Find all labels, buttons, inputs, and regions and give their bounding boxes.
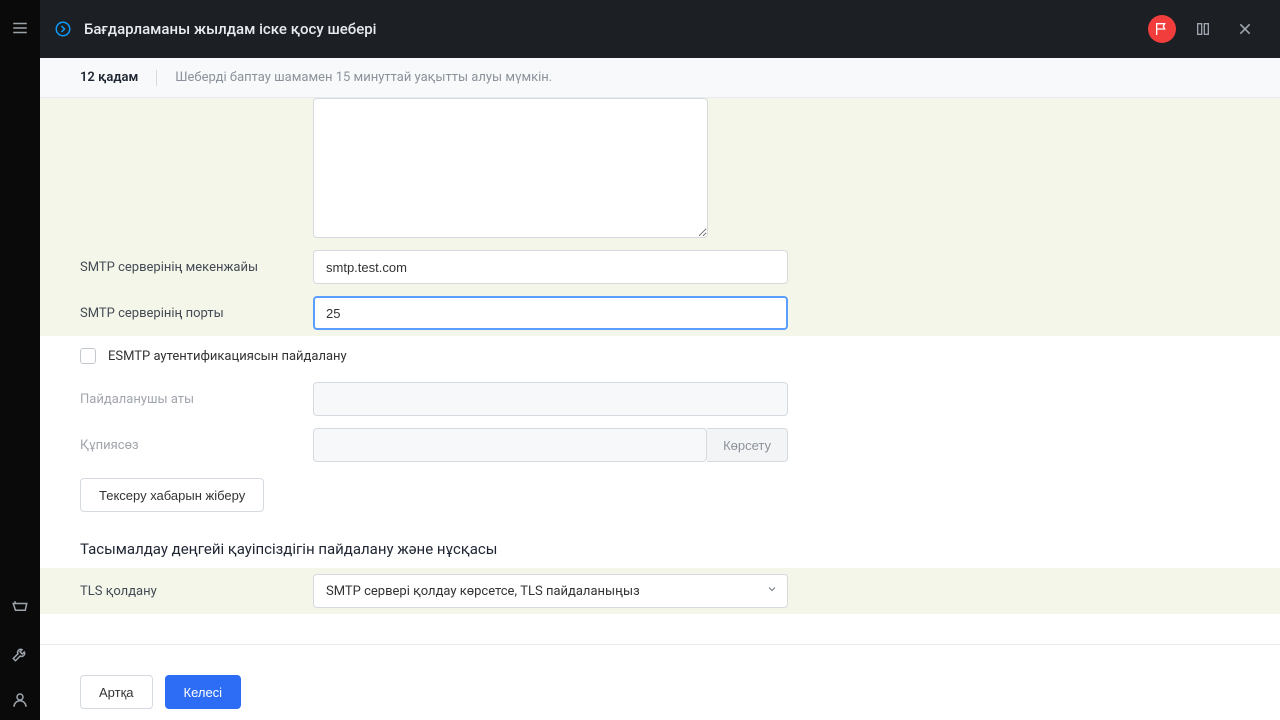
- divider: [156, 70, 157, 86]
- password-input: [313, 428, 707, 462]
- subheader: 12 қадам Шеберді баптау шамамен 15 минут…: [40, 58, 1280, 98]
- username-label: Пайдаланушы аты: [80, 392, 313, 407]
- esmtp-checkbox-label: ESMTP аутентификациясын пайдалану: [108, 349, 347, 364]
- wrench-icon[interactable]: [0, 634, 40, 674]
- menu-icon[interactable]: [0, 8, 40, 48]
- page-title: Бағдарламаны жылдам іске қосу шебері: [84, 20, 377, 38]
- footer-nav: Артқа Келесі: [80, 675, 1240, 709]
- close-icon[interactable]: [1230, 14, 1260, 44]
- wizard-icon: [54, 20, 72, 38]
- step-description: Шеберді баптау шамамен 15 минуттай уақыт…: [175, 70, 552, 85]
- user-icon[interactable]: [0, 680, 40, 720]
- step-count: 12 қадам: [80, 70, 138, 85]
- footer-divider: [40, 644, 1280, 645]
- show-password-button: Көрсету: [707, 428, 788, 462]
- message-textarea[interactable]: [313, 98, 708, 238]
- smtp-port-input[interactable]: [313, 296, 788, 330]
- send-test-button[interactable]: Тексеру хабарын жіберу: [80, 478, 264, 512]
- smtp-address-label: SMTP серверінің мекенжайы: [80, 260, 313, 275]
- next-button[interactable]: Келесі: [165, 675, 242, 709]
- smtp-port-label: SMTP серверінің порты: [80, 306, 313, 321]
- header: Бағдарламаны жылдам іске қосу шебері: [40, 0, 1280, 58]
- username-input: [313, 382, 788, 416]
- back-button[interactable]: Артқа: [80, 675, 153, 709]
- flag-button[interactable]: [1148, 15, 1176, 43]
- left-rail: [0, 0, 40, 720]
- cart-icon[interactable]: [0, 588, 40, 628]
- content: SMTP серверінің мекенжайы SMTP серверіні…: [40, 98, 1280, 720]
- tls-section-title: Тасымалдау деңгейі қауіпсіздігін пайдала…: [80, 512, 1240, 568]
- password-label: Құпиясөз: [80, 438, 313, 453]
- password-group: Көрсету: [313, 428, 788, 462]
- tls-selected-value: SMTP сервері қолдау көрсетсе, TLS пайдал…: [326, 584, 640, 599]
- tls-select[interactable]: SMTP сервері қолдау көрсетсе, TLS пайдал…: [313, 574, 788, 608]
- esmtp-checkbox[interactable]: [80, 348, 96, 364]
- bookmark-icon[interactable]: [1188, 14, 1218, 44]
- smtp-address-input[interactable]: [313, 250, 788, 284]
- tls-label: TLS қолдану: [80, 584, 313, 599]
